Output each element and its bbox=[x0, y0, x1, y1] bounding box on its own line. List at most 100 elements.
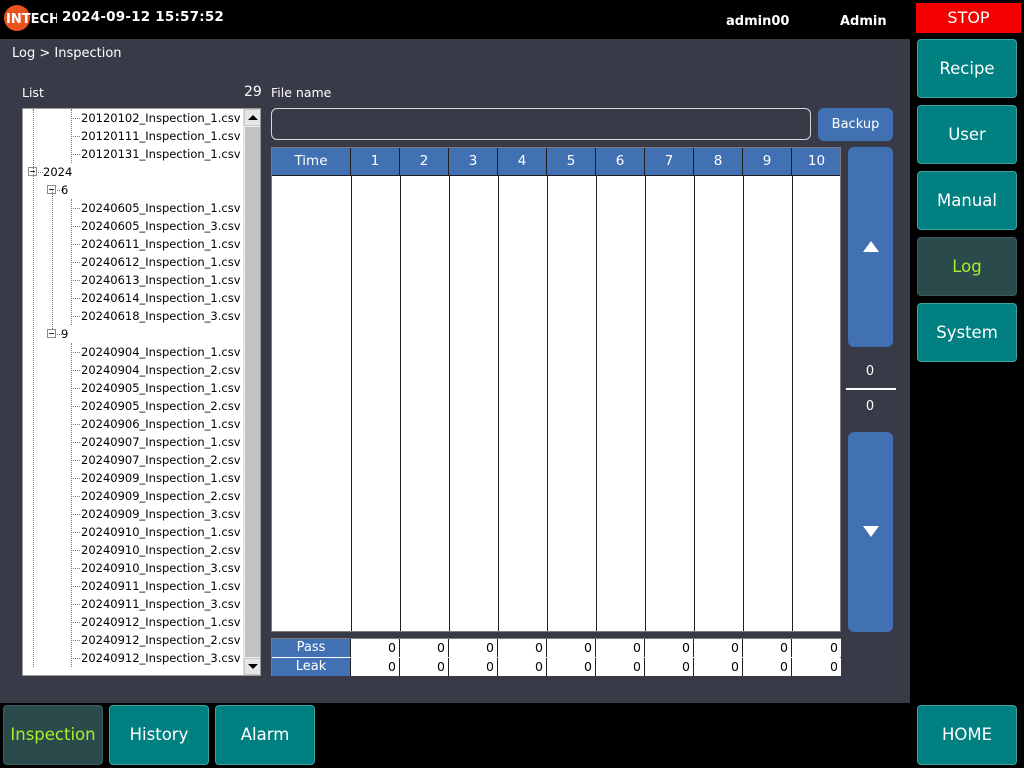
down-arrow-icon bbox=[863, 526, 879, 537]
tree-file-node[interactable]: 20240911_Inspection_3.csv bbox=[81, 595, 241, 613]
up-arrow-icon bbox=[863, 241, 879, 252]
tree-file-node[interactable]: 20240907_Inspection_2.csv bbox=[81, 451, 241, 469]
page-down-button[interactable] bbox=[848, 432, 893, 632]
tree-connector bbox=[71, 604, 80, 605]
tree-file-node[interactable]: 20240910_Inspection_2.csv bbox=[81, 541, 241, 559]
tab-alarm[interactable]: Alarm bbox=[215, 705, 315, 765]
grid-header: Time 1 2 3 4 5 6 7 8 9 10 bbox=[272, 148, 840, 175]
scroll-thumb[interactable] bbox=[245, 127, 260, 657]
tree-file-node[interactable]: 20240909_Inspection_1.csv bbox=[81, 469, 241, 487]
list-count: 29 bbox=[244, 84, 262, 100]
tree-connector bbox=[71, 514, 80, 515]
summary-cell: 0 bbox=[498, 658, 547, 676]
summary-row-pass: Pass 0 0 0 0 0 0 0 0 0 0 bbox=[272, 639, 841, 657]
tree-connector bbox=[71, 343, 72, 667]
menu-recipe-button[interactable]: Recipe bbox=[917, 39, 1017, 98]
tree-file-node[interactable]: 20240904_Inspection_1.csv bbox=[81, 343, 241, 361]
summary-cell: 0 bbox=[547, 658, 596, 676]
tree-connector bbox=[57, 334, 62, 335]
tree-file-node[interactable]: 20240907_Inspection_1.csv bbox=[81, 433, 241, 451]
tree-connector bbox=[71, 406, 80, 407]
column-header-7: 7 bbox=[645, 148, 694, 175]
tree-scrollbar[interactable] bbox=[243, 109, 260, 675]
tree-file-node[interactable]: 20240905_Inspection_2.csv bbox=[81, 397, 241, 415]
column-header-8: 8 bbox=[694, 148, 743, 175]
tree-file-node[interactable]: 20240605_Inspection_3.csv bbox=[81, 217, 241, 235]
tree-file-node[interactable]: 20240618_Inspection_3.csv bbox=[81, 307, 241, 325]
tree-connector bbox=[71, 136, 80, 137]
file-tree-content: 20120102_Inspection_1.csv 20120111_Inspec… bbox=[23, 109, 244, 675]
tree-file-node[interactable]: 20240911_Inspection_1.csv bbox=[81, 577, 241, 595]
tab-history[interactable]: History bbox=[109, 705, 209, 765]
tree-connector bbox=[71, 640, 80, 641]
tree-file-node[interactable]: 20120102_Inspection_1.csv bbox=[81, 109, 241, 127]
datetime-display: 2024-09-12 15:57:52 bbox=[62, 9, 225, 25]
tree-file-node[interactable]: 20240909_Inspection_3.csv bbox=[81, 505, 241, 523]
tree-connector bbox=[71, 262, 80, 263]
logo-text: INTECH bbox=[6, 12, 57, 27]
tree-connector bbox=[71, 424, 80, 425]
menu-user-button[interactable]: User bbox=[917, 105, 1017, 164]
menu-system-button[interactable]: System bbox=[917, 303, 1017, 362]
tree-folder-node[interactable]: 6 bbox=[61, 181, 68, 199]
tree-file-node[interactable]: 20240912_Inspection_2.csv bbox=[81, 631, 241, 649]
summary-cell: 0 bbox=[449, 658, 498, 676]
tree-connector bbox=[71, 118, 80, 119]
page-current: 0 bbox=[865, 364, 875, 379]
tree-file-node[interactable]: 20120131_Inspection_1.csv bbox=[81, 145, 241, 163]
tree-connector bbox=[71, 586, 80, 587]
column-header-1: 1 bbox=[351, 148, 400, 175]
tree-file-node[interactable]: 20240906_Inspection_1.csv bbox=[81, 415, 241, 433]
grid-column-divider bbox=[547, 175, 548, 631]
tree-file-node[interactable]: 20120111_Inspection_1.csv bbox=[81, 127, 241, 145]
summary-cell: 0 bbox=[351, 658, 400, 676]
file-name-input[interactable] bbox=[271, 108, 811, 140]
backup-button[interactable]: Backup bbox=[818, 108, 893, 141]
tree-file-node[interactable]: 20240909_Inspection_2.csv bbox=[81, 487, 241, 505]
scroll-down-arrow-icon[interactable] bbox=[244, 658, 260, 675]
tree-folder-node[interactable]: 9 bbox=[61, 325, 68, 343]
menu-manual-button[interactable]: Manual bbox=[917, 171, 1017, 230]
tree-connector bbox=[71, 244, 80, 245]
tab-inspection[interactable]: Inspection bbox=[3, 705, 103, 765]
file-name-label: File name bbox=[271, 85, 332, 100]
tree-file-node[interactable]: 20240605_Inspection_1.csv bbox=[81, 199, 241, 217]
tree-connector bbox=[71, 352, 80, 353]
stop-button[interactable]: STOP bbox=[916, 3, 1021, 33]
tree-connector bbox=[71, 550, 80, 551]
tree-connector bbox=[71, 388, 80, 389]
tree-file-node[interactable]: 20240611_Inspection_1.csv bbox=[81, 235, 241, 253]
tree-file-node[interactable]: 20240613_Inspection_1.csv bbox=[81, 271, 241, 289]
collapse-minus-icon[interactable] bbox=[47, 329, 56, 338]
tree-file-node[interactable]: 20240905_Inspection_1.csv bbox=[81, 379, 241, 397]
summary-cell: 0 bbox=[596, 639, 645, 657]
grid-column-divider bbox=[792, 175, 793, 631]
column-header-time: Time bbox=[272, 148, 351, 175]
tree-connector bbox=[71, 370, 80, 371]
column-header-6: 6 bbox=[596, 148, 645, 175]
tree-folder-node[interactable]: 2024 bbox=[43, 163, 72, 181]
menu-log-button[interactable]: Log bbox=[917, 237, 1017, 296]
summary-row-label: Leak bbox=[272, 658, 351, 676]
tree-file-node[interactable]: 20240612_Inspection_1.csv bbox=[81, 253, 241, 271]
summary-row-label: Pass bbox=[272, 639, 351, 657]
tree-file-node[interactable]: 20240912_Inspection_1.csv bbox=[81, 613, 241, 631]
home-button[interactable]: HOME bbox=[917, 705, 1017, 765]
tree-file-node[interactable]: 20240910_Inspection_1.csv bbox=[81, 523, 241, 541]
tree-file-node[interactable]: 20240904_Inspection_2.csv bbox=[81, 361, 241, 379]
user-level: Admin bbox=[840, 14, 887, 29]
tree-file-node[interactable]: 20240912_Inspection_3.csv bbox=[81, 649, 241, 667]
tree-file-node[interactable]: 20240910_Inspection_3.csv bbox=[81, 559, 241, 577]
tree-connector bbox=[71, 109, 72, 163]
tree-connector bbox=[71, 154, 80, 155]
tree-connector bbox=[71, 658, 80, 659]
tree-connector bbox=[71, 496, 80, 497]
grid-column-divider bbox=[498, 175, 499, 631]
file-tree[interactable]: 20120102_Inspection_1.csv 20120111_Inspec… bbox=[22, 108, 261, 676]
summary-cell: 0 bbox=[351, 639, 400, 657]
column-header-2: 2 bbox=[400, 148, 449, 175]
page-up-button[interactable] bbox=[848, 147, 893, 347]
tree-file-node[interactable]: 20240614_Inspection_1.csv bbox=[81, 289, 241, 307]
summary-cell: 0 bbox=[743, 658, 792, 676]
scroll-up-arrow-icon[interactable] bbox=[244, 109, 260, 126]
